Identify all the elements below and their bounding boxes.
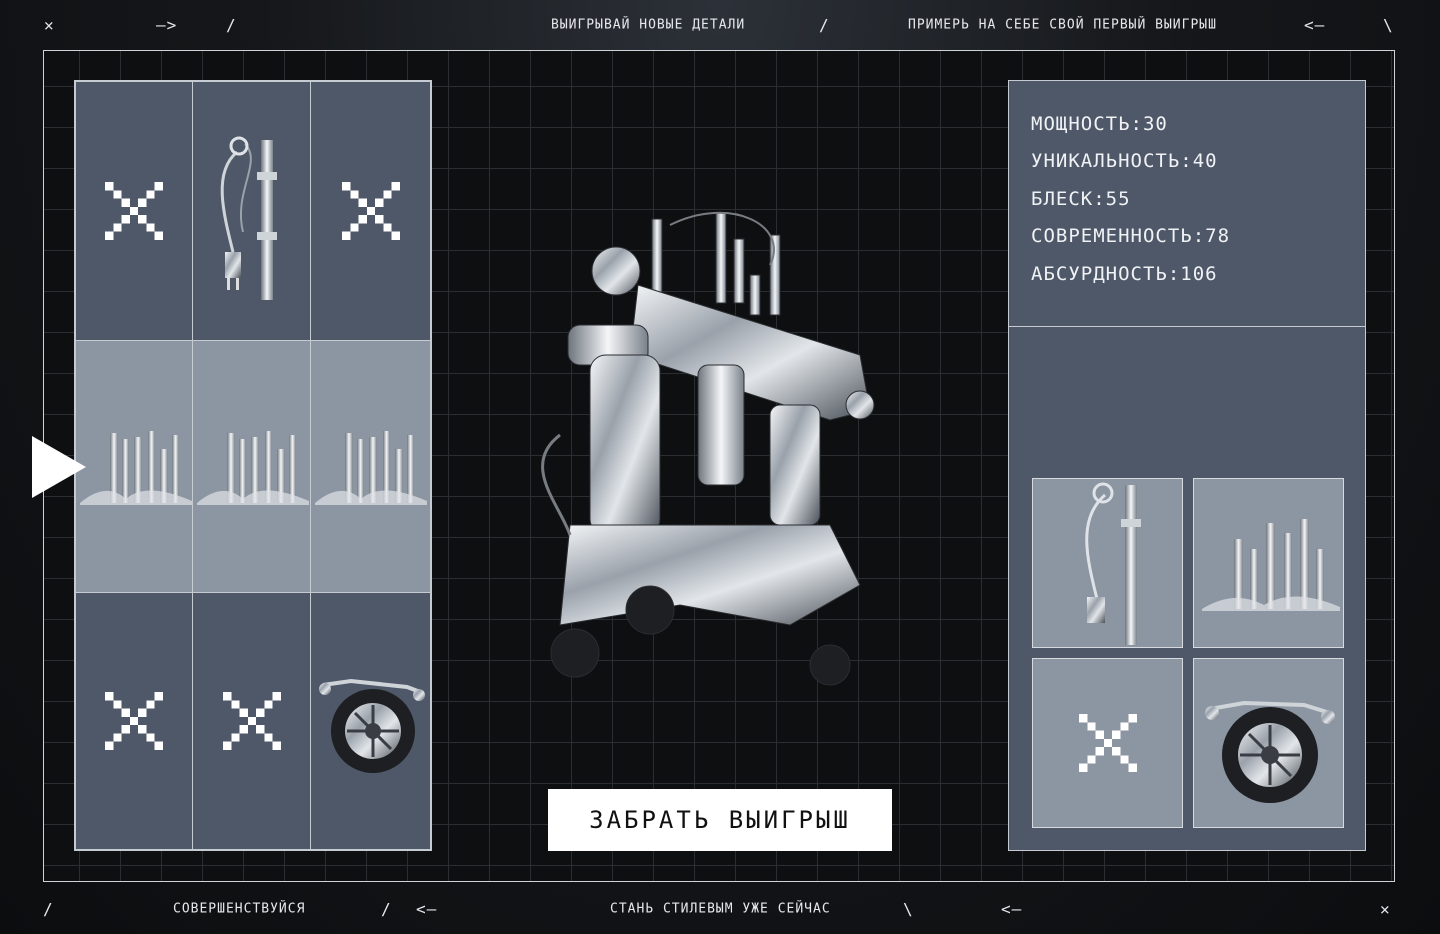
ticker-phrase-win-parts: ВЫИГРЫВАЙ НОВЫЕ ДЕТАЛИ [551, 17, 746, 33]
stat-shine: БЛЕСК:55 [1031, 188, 1131, 210]
robot-assembly-image [541, 211, 875, 686]
arrow-right-icon: –> [156, 15, 178, 35]
play-arrow-icon[interactable] [32, 436, 86, 498]
stat-modernity: СОВРЕМЕННОСТЬ:78 [1031, 225, 1231, 247]
arrow-left-icon: <– [1304, 15, 1326, 35]
slot-empty[interactable] [75, 592, 193, 850]
pixel-x-icon [341, 182, 400, 240]
close-icon[interactable]: ✕ [1380, 900, 1391, 919]
slot-arm-part[interactable] [192, 81, 311, 341]
pixel-x-icon [105, 692, 163, 750]
pipes-part-image [315, 431, 427, 505]
slot-empty[interactable] [75, 81, 193, 341]
top-ticker: ✕ –> / ВЫИГРЫВАЙ НОВЫЕ ДЕТАЛИ / ПРИМЕРЬ … [0, 0, 1440, 50]
close-icon[interactable]: ✕ [44, 16, 55, 35]
inventory-panel [1008, 327, 1366, 851]
ticker-phrase-try-on: ПРИМЕРЬ НА СЕБЕ СВОЙ ПЕРВЫЙ ВЫИГРЫШ [908, 17, 1217, 33]
slot-empty[interactable] [192, 592, 311, 850]
slash-divider: / [226, 15, 237, 35]
slash-divider: / [43, 899, 54, 919]
slot-wheel-part[interactable] [310, 592, 431, 850]
slot-pipes-part[interactable] [75, 340, 193, 593]
pipes-part-image [1202, 519, 1340, 611]
slot-pipes-part[interactable] [192, 340, 311, 593]
wheel-part-image [319, 678, 425, 773]
pipes-part-image [197, 431, 309, 505]
stat-power: МОЩНОСТЬ:30 [1031, 113, 1168, 135]
slot-pipes-part[interactable] [310, 340, 431, 593]
inventory-slot-wheel-part[interactable] [1193, 658, 1344, 828]
inventory-slot-empty[interactable] [1032, 658, 1183, 828]
slash-divider: / [819, 15, 830, 35]
bottom-ticker: / СОВЕРШЕНСТВУЙСЯ / <– СТАНЬ СТИЛЕВЫМ УЖ… [0, 884, 1440, 934]
wheel-part-image [1205, 700, 1335, 803]
arrow-left-icon: <– [416, 899, 438, 919]
stat-absurdity: АБСУРДНОСТЬ:106 [1031, 263, 1218, 285]
slash-divider: / [381, 899, 392, 919]
arm-part-image [220, 136, 277, 300]
slot-empty[interactable] [310, 81, 431, 341]
stat-uniqueness: УНИКАЛЬНОСТЬ:40 [1031, 150, 1218, 172]
stats-panel: МОЩНОСТЬ:30 УНИКАЛЬНОСТЬ:40 БЛЕСК:55 СОВ… [1008, 80, 1366, 327]
claim-winnings-button[interactable]: ЗАБРАТЬ ВЫИГРЫШ [548, 789, 892, 851]
ticker-phrase-be-stylish: СТАНЬ СТИЛЕВЫМ УЖЕ СЕЙЧАС [610, 901, 831, 917]
inventory-slot-pipes-part[interactable] [1193, 478, 1344, 648]
arm-part-image [1085, 482, 1141, 645]
arrow-left-icon: <– [1001, 899, 1023, 919]
inventory-slot-arm-part[interactable] [1032, 478, 1183, 648]
backslash-divider: \ [1383, 15, 1394, 35]
ticker-phrase-improve: СОВЕРШЕНСТВУЙСЯ [173, 901, 306, 917]
pipes-part-image [80, 431, 192, 505]
pixel-x-icon [222, 692, 281, 750]
parts-grid [74, 80, 432, 851]
backslash-divider: \ [903, 899, 914, 919]
pixel-x-icon [105, 182, 163, 240]
pixel-x-icon [1078, 714, 1137, 772]
